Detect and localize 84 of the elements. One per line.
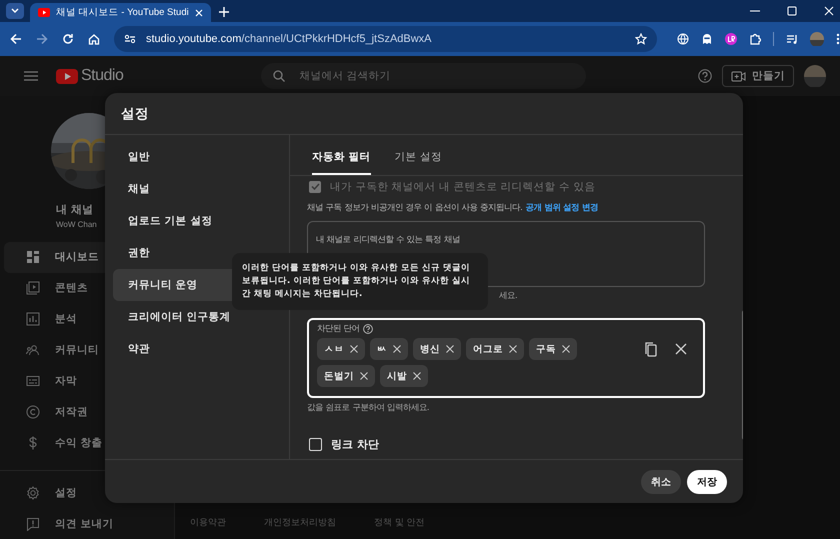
word-chip[interactable]: ㅅㅂ (317, 338, 365, 360)
dialog-title: 설정 (105, 93, 743, 135)
remove-icon[interactable] (446, 345, 454, 353)
create-button[interactable]: 만들기 (722, 65, 794, 87)
word-chip[interactable]: 어그로 (466, 338, 524, 360)
helper-text: 값을 쉼표로 구분하여 입력하세요. (307, 402, 431, 413)
video-plus-icon (731, 70, 746, 82)
bar-chart-icon (26, 312, 40, 326)
tab-list-button[interactable] (6, 3, 24, 19)
field-label: 차단된 단어 (317, 323, 360, 334)
play-logo-icon (56, 68, 78, 84)
help-icon[interactable] (362, 324, 373, 334)
plus-icon[interactable] (218, 7, 229, 17)
sidebar-item[interactable]: 설정 (4, 477, 170, 508)
settings-icon (26, 486, 40, 500)
word-chip[interactable]: 돈벌기 (317, 365, 375, 387)
reload-icon[interactable] (62, 33, 74, 45)
remove-icon[interactable] (413, 372, 421, 380)
people-icon (26, 343, 40, 358)
channel-name: 내 채널 (56, 202, 93, 217)
blocked-words-field[interactable]: 차단된 단어 ㅅㅂ ㅄ 병신 어그로 구독 돈벌기 시발 (307, 318, 705, 398)
close-icon[interactable] (824, 6, 834, 16)
word-chip[interactable]: ㅄ (370, 338, 408, 360)
sidebar-item[interactable]: 자막 (4, 366, 170, 396)
remove-icon[interactable] (360, 372, 368, 380)
copyright-icon (26, 404, 40, 419)
chevron-down-icon (11, 8, 19, 14)
save-button[interactable]: 저장 (687, 470, 727, 494)
remove-icon[interactable] (393, 345, 401, 353)
settings-nav-item[interactable]: 약관 (113, 333, 284, 365)
help-icon[interactable] (698, 69, 712, 83)
privacy-note: 채널 구독 정보가 비공개인 경우 이 옵션이 사용 중지됩니다. 공개 범위 설정 변경 (307, 202, 600, 213)
video-icon (26, 281, 40, 296)
word-chip[interactable]: 시발 (380, 365, 428, 387)
remove-icon[interactable] (509, 345, 517, 353)
remove-icon[interactable] (350, 345, 358, 353)
sidebar-item[interactable]: 저작권 (4, 396, 170, 428)
dashboard-icon (26, 250, 40, 264)
url-text: studio.youtube.com/channel/UCtPkkrHDHcf5_jtSzAdBwxA (146, 33, 433, 45)
profile-avatar-icon[interactable] (804, 65, 826, 87)
browser-tab[interactable]: 채널 대시보드 - YouTube Studi (30, 3, 211, 22)
puzzle-icon[interactable] (749, 33, 761, 45)
maximize-icon[interactable] (787, 6, 797, 16)
checkmark-icon (310, 183, 320, 190)
tooltip: 이러한 단어를 포함하거나 이와 유사한 모든 신규 댓글이 보류됩니다. 이러한 단어를 포함하거나 이와 유사한 실시간 채팅 메시지는 차단됩니다. (232, 253, 488, 310)
feedback-icon (26, 516, 40, 531)
profile-avatar-icon[interactable] (810, 32, 824, 46)
subtitles-icon (26, 374, 40, 388)
forward-arrow-icon (36, 33, 48, 45)
word-chip[interactable]: 병신 (413, 338, 461, 360)
remove-icon[interactable] (562, 345, 570, 353)
settings-nav-item[interactable]: 일반 (113, 141, 284, 173)
copy-icon[interactable] (645, 342, 657, 356)
back-arrow-icon[interactable] (10, 33, 22, 45)
media-queue-icon[interactable] (786, 33, 798, 45)
play-logo-icon (38, 8, 50, 17)
word-chip[interactable]: 구독 (529, 338, 577, 360)
menu-icon[interactable] (24, 71, 38, 81)
search-icon[interactable] (273, 70, 286, 82)
clear-icon[interactable] (675, 343, 687, 355)
globe-icon[interactable] (677, 33, 689, 45)
site-settings-icon[interactable] (124, 33, 136, 45)
settings-tab[interactable]: 자동화 필터 (312, 135, 371, 175)
more-menu-icon[interactable] (836, 33, 840, 45)
sidebar-item[interactable]: 의견 보내기 (4, 508, 170, 539)
cancel-button[interactable]: 취소 (641, 470, 681, 494)
address-bar[interactable]: studio.youtube.com/channel/UCtPkkrHDHcf5_jtSzAdBwxA (114, 26, 657, 52)
search-field[interactable]: 채널에서 검색하기 (261, 63, 586, 89)
settings-tab[interactable]: 기본 설정 (394, 135, 442, 175)
settings-nav-item[interactable]: 채널 (113, 173, 284, 205)
ghost-icon[interactable] (701, 33, 713, 45)
star-icon[interactable] (635, 33, 647, 45)
settings-nav-item[interactable]: 업로드 기본 설정 (113, 205, 284, 237)
privacy-settings-link[interactable]: 공개 범위 설정 변경 (525, 202, 598, 212)
checkbox-label: 링크 차단 (331, 437, 379, 452)
checkbox-label: 내가 구독한 채널에서 내 콘텐츠로 리디렉션할 수 있음 (330, 180, 596, 194)
extension-circle-icon[interactable] (725, 33, 737, 45)
close-icon[interactable] (194, 8, 203, 16)
sidebar-item[interactable]: 수익 창출 (4, 427, 170, 458)
channel-handle: WoW Chan (56, 220, 97, 229)
logo-text: Studio (81, 67, 124, 85)
home-icon[interactable] (88, 33, 100, 45)
helper-text: 세요. (499, 290, 518, 301)
tab-title: 채널 대시보드 - YouTube Studi (56, 6, 189, 19)
